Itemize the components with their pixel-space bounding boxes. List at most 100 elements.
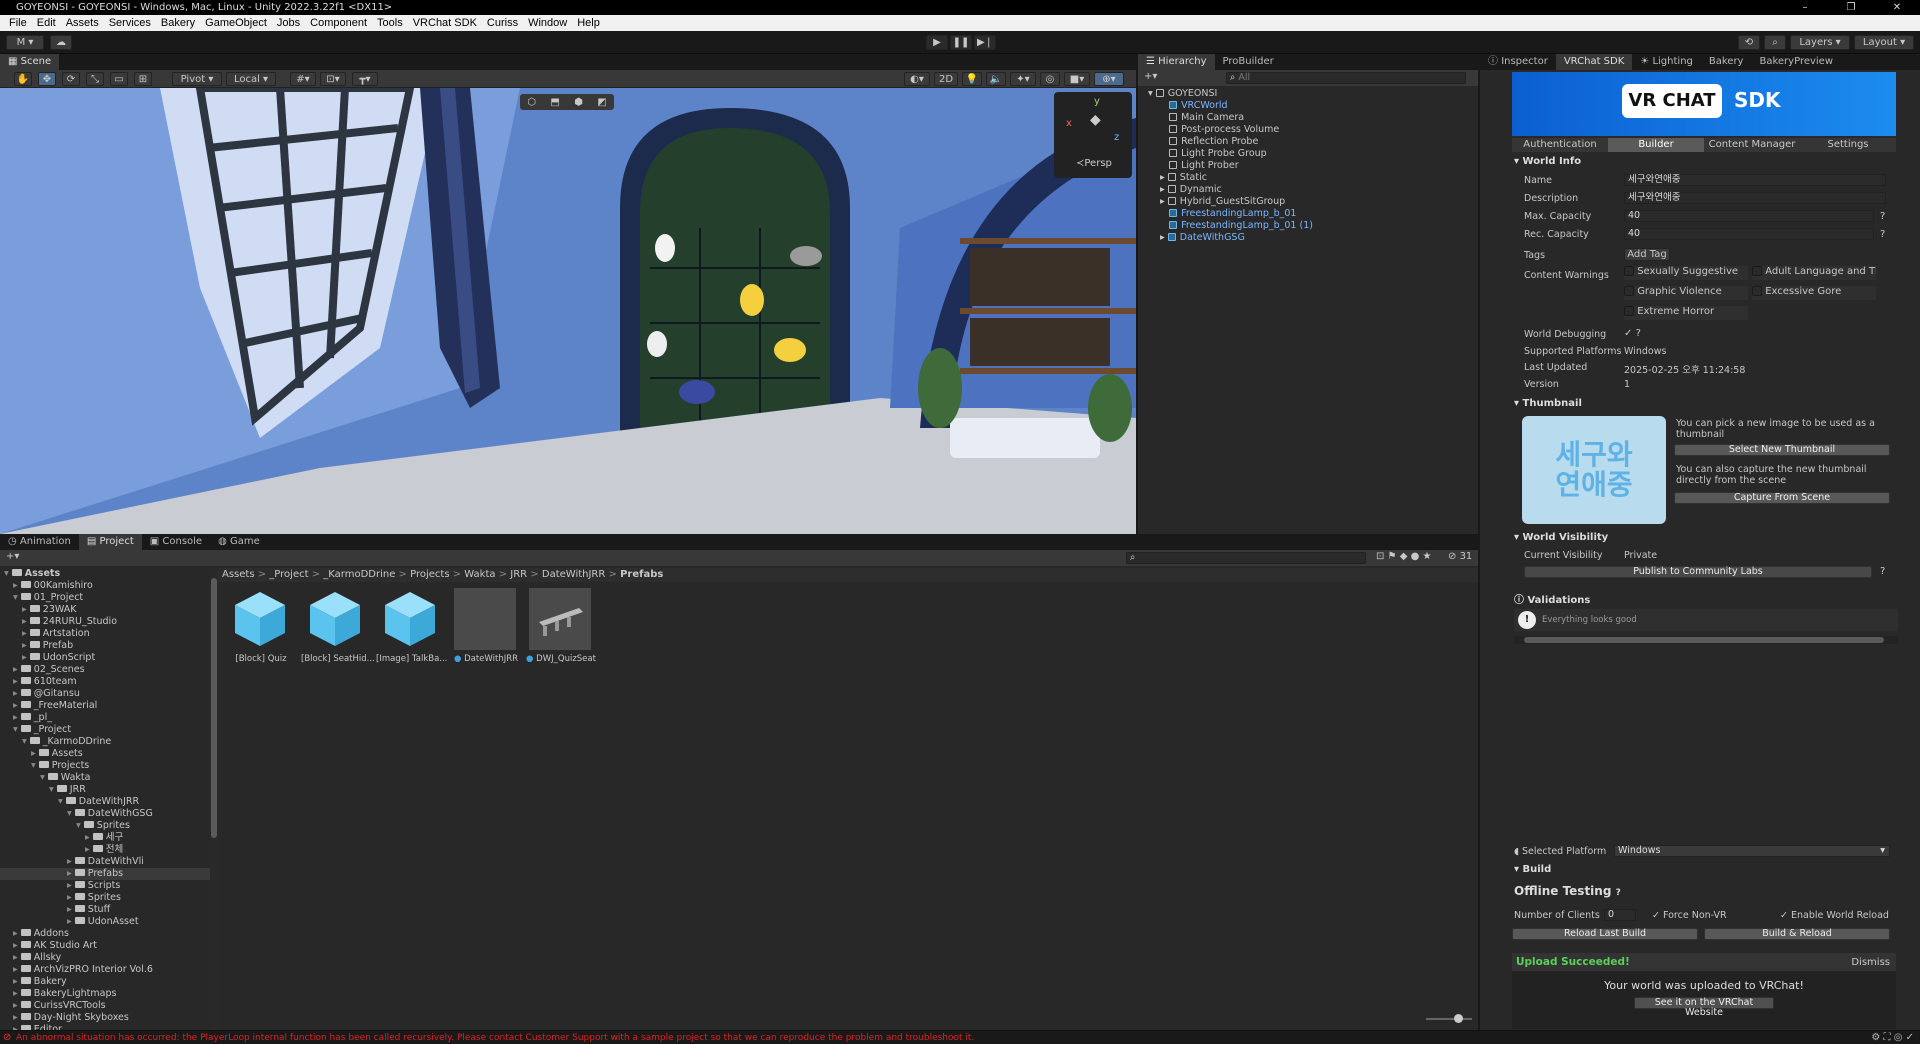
expand-arrow-icon[interactable]: ▸ bbox=[13, 1000, 21, 1011]
reload-last-build-button[interactable]: Reload Last Build bbox=[1512, 928, 1698, 940]
folder-tree-item[interactable]: ▸ Prefab bbox=[0, 640, 210, 652]
layers-dropdown[interactable]: Layers ▾ bbox=[1790, 35, 1850, 50]
transform-tool[interactable]: ⊞ bbox=[134, 72, 152, 86]
breadcrumb-item[interactable]: _KarmoDDrine bbox=[323, 569, 395, 580]
folder-tree-item[interactable]: ▸ ArchVizPRO Interior Vol.6 bbox=[0, 964, 210, 976]
publish-community-labs-button[interactable]: Publish to Community Labs bbox=[1524, 566, 1872, 578]
folder-tree-item[interactable]: ▸ Sprites bbox=[0, 892, 210, 904]
tab-project[interactable]: ▤ Project bbox=[78, 534, 142, 550]
asset-item[interactable]: ● DateWithJRR bbox=[451, 586, 521, 666]
snap-increment-button[interactable]: ⊡▾ bbox=[320, 72, 346, 86]
expand-arrow-icon[interactable]: ▾ bbox=[76, 820, 84, 831]
world-name-input[interactable]: 세구와연애중 bbox=[1624, 174, 1886, 186]
folder-tree-item[interactable]: ▸ BakeryLightmaps bbox=[0, 988, 210, 1000]
scale-tool[interactable]: ⤡ bbox=[86, 72, 104, 86]
expand-arrow-icon[interactable]: ▾ bbox=[49, 784, 57, 795]
asset-item[interactable]: [Block] Quiz bbox=[226, 586, 296, 666]
folder-tree-item[interactable]: ▸ 24RURU_Studio bbox=[0, 616, 210, 628]
folder-tree-item[interactable]: ▾ Sprites bbox=[0, 820, 210, 832]
folder-tree-item[interactable]: ▸ 02_Scenes bbox=[0, 664, 210, 676]
lighting-toggle[interactable]: 💡 bbox=[962, 72, 982, 86]
max-capacity-input[interactable]: 40 bbox=[1624, 210, 1874, 222]
expand-arrow-icon[interactable]: ▸ bbox=[22, 604, 30, 615]
subtab-builder[interactable]: Builder bbox=[1608, 138, 1704, 152]
warning-graphic-violence[interactable]: Graphic Violence bbox=[1624, 286, 1748, 300]
breadcrumb-item[interactable]: _Project bbox=[269, 569, 308, 580]
folder-tree-item[interactable]: ▸ Day-Night Skyboxes bbox=[0, 1012, 210, 1024]
expand-arrow-icon[interactable]: ▸ bbox=[85, 832, 93, 843]
undo-history-button[interactable]: ⟲ bbox=[1738, 35, 1760, 50]
tab-inspector[interactable]: ⓘ Inspector bbox=[1480, 54, 1556, 70]
overlay-object-icon[interactable]: ◩ bbox=[597, 97, 606, 108]
folder-tree-item[interactable]: ▾ Wakta bbox=[0, 772, 210, 784]
build-header[interactable]: ▾ Build bbox=[1514, 864, 1551, 875]
expand-arrow-icon[interactable]: ▸ bbox=[67, 856, 75, 867]
help-icon[interactable]: ? bbox=[1880, 211, 1885, 222]
folder-tree-item[interactable]: ▸ Artstation bbox=[0, 628, 210, 640]
breadcrumb-item[interactable]: JRR bbox=[510, 569, 527, 580]
help-icon[interactable]: ? bbox=[1880, 566, 1885, 577]
world-visibility-header[interactable]: ▾ World Visibility bbox=[1514, 532, 1608, 543]
subtab-authentication[interactable]: Authentication bbox=[1512, 138, 1608, 152]
account-dropdown[interactable]: M ▾ bbox=[6, 35, 44, 50]
filter-icons[interactable]: ⊡ ⚑ ◆ ● ★ bbox=[1376, 551, 1431, 562]
folder-tree-item[interactable]: ▾ _Project bbox=[0, 724, 210, 736]
menu-window[interactable]: Window bbox=[523, 17, 572, 29]
tab-console[interactable]: ▣ Console bbox=[142, 534, 210, 550]
folder-tree-item[interactable]: ▸ 전체 bbox=[0, 844, 210, 856]
camera-settings-button[interactable]: ■▾ bbox=[1064, 72, 1090, 86]
tab-probuilder[interactable]: ProBuilder bbox=[1215, 54, 1282, 70]
folder-tree-item[interactable]: ▸ UdonScript bbox=[0, 652, 210, 664]
folder-tree-item[interactable]: ▸ _FreeMaterial bbox=[0, 700, 210, 712]
hierarchy-root[interactable]: ▾ GOYEONSI bbox=[1138, 88, 1478, 100]
expand-arrow-icon[interactable]: ▸ bbox=[13, 952, 21, 963]
hierarchy-item[interactable]: FreestandingLamp_b_01 (1) bbox=[1138, 220, 1478, 232]
menu-component[interactable]: Component bbox=[305, 17, 372, 29]
expand-arrow-icon[interactable]: ▸ bbox=[13, 940, 21, 951]
folder-tree-item[interactable]: ▸ CurissVRCTools bbox=[0, 1000, 210, 1012]
tab-animation[interactable]: ◷ Animation bbox=[0, 534, 79, 550]
tab-bakery[interactable]: Bakery bbox=[1701, 54, 1752, 70]
warning-extreme-horror[interactable]: Extreme Horror bbox=[1624, 306, 1748, 320]
menu-assets[interactable]: Assets bbox=[61, 17, 104, 29]
tab-scene[interactable]: ▦ Scene bbox=[0, 54, 60, 70]
menu-file[interactable]: File bbox=[4, 17, 32, 29]
warning-sexually-suggestive[interactable]: Sexually Suggestive bbox=[1624, 266, 1748, 280]
grid-snap-button[interactable]: #▾ bbox=[290, 72, 316, 86]
asset-item[interactable]: [Image] TalkBa... bbox=[376, 586, 447, 666]
hierarchy-search-input[interactable]: ⌕ All bbox=[1226, 72, 1466, 84]
gizmos-button[interactable]: ⊕▾ bbox=[1094, 72, 1124, 86]
expand-arrow-icon[interactable]: ▸ bbox=[22, 616, 30, 627]
subtab-content-manager[interactable]: Content Manager bbox=[1704, 138, 1800, 152]
expand-arrow-icon[interactable]: ▸ bbox=[67, 916, 75, 927]
world-debugging-checkbox[interactable]: ✓ ? bbox=[1624, 328, 1641, 339]
hand-tool[interactable]: ✋ bbox=[14, 72, 32, 86]
effects-toggle[interactable]: ✦▾ bbox=[1010, 72, 1036, 86]
add-object-button[interactable]: +▾ bbox=[1144, 71, 1157, 82]
expand-arrow-icon[interactable]: ▸ bbox=[67, 892, 75, 903]
folder-tree-item[interactable]: ▾ Assets bbox=[0, 568, 210, 580]
hierarchy-item[interactable]: Post-process Volume bbox=[1138, 124, 1478, 136]
expand-arrow-icon[interactable]: ▸ bbox=[13, 676, 21, 687]
hierarchy-item[interactable]: ▸ Hybrid_GuestSitGroup bbox=[1138, 196, 1478, 208]
local-dropdown[interactable]: Local ▾ bbox=[226, 72, 276, 86]
horizontal-scrollbar[interactable] bbox=[1514, 636, 1898, 644]
scrollbar-thumb[interactable] bbox=[211, 578, 217, 838]
breadcrumb-item[interactable]: Projects bbox=[410, 569, 449, 580]
folder-tree-item[interactable]: ▾ Projects bbox=[0, 760, 210, 772]
world-description-input[interactable]: 세구와연애중 bbox=[1624, 192, 1886, 204]
expand-arrow-icon[interactable]: ▸ bbox=[67, 904, 75, 915]
asset-item[interactable]: ● DWJ_QuizSeat bbox=[526, 586, 596, 666]
folder-tree-item[interactable]: ▸ @Gitansu bbox=[0, 688, 210, 700]
breadcrumb-item[interactable]: Wakta bbox=[464, 569, 495, 580]
tab-bakery-preview[interactable]: BakeryPreview bbox=[1751, 54, 1841, 70]
build-and-reload-button[interactable]: Build & Reload bbox=[1704, 928, 1890, 940]
dismiss-button[interactable]: Dismiss bbox=[1851, 957, 1890, 968]
slider-handle[interactable] bbox=[1454, 1014, 1463, 1023]
help-icon[interactable]: ? bbox=[1636, 328, 1641, 339]
see-website-button[interactable]: See it on the VRChat Website bbox=[1634, 997, 1774, 1018]
folder-tree-item[interactable]: ▾ DateWithGSG bbox=[0, 808, 210, 820]
overlay-shape-icon[interactable]: ⬢ bbox=[574, 97, 583, 108]
folder-tree-item[interactable]: ▸ Addons bbox=[0, 928, 210, 940]
hierarchy-item[interactable]: Reflection Probe bbox=[1138, 136, 1478, 148]
